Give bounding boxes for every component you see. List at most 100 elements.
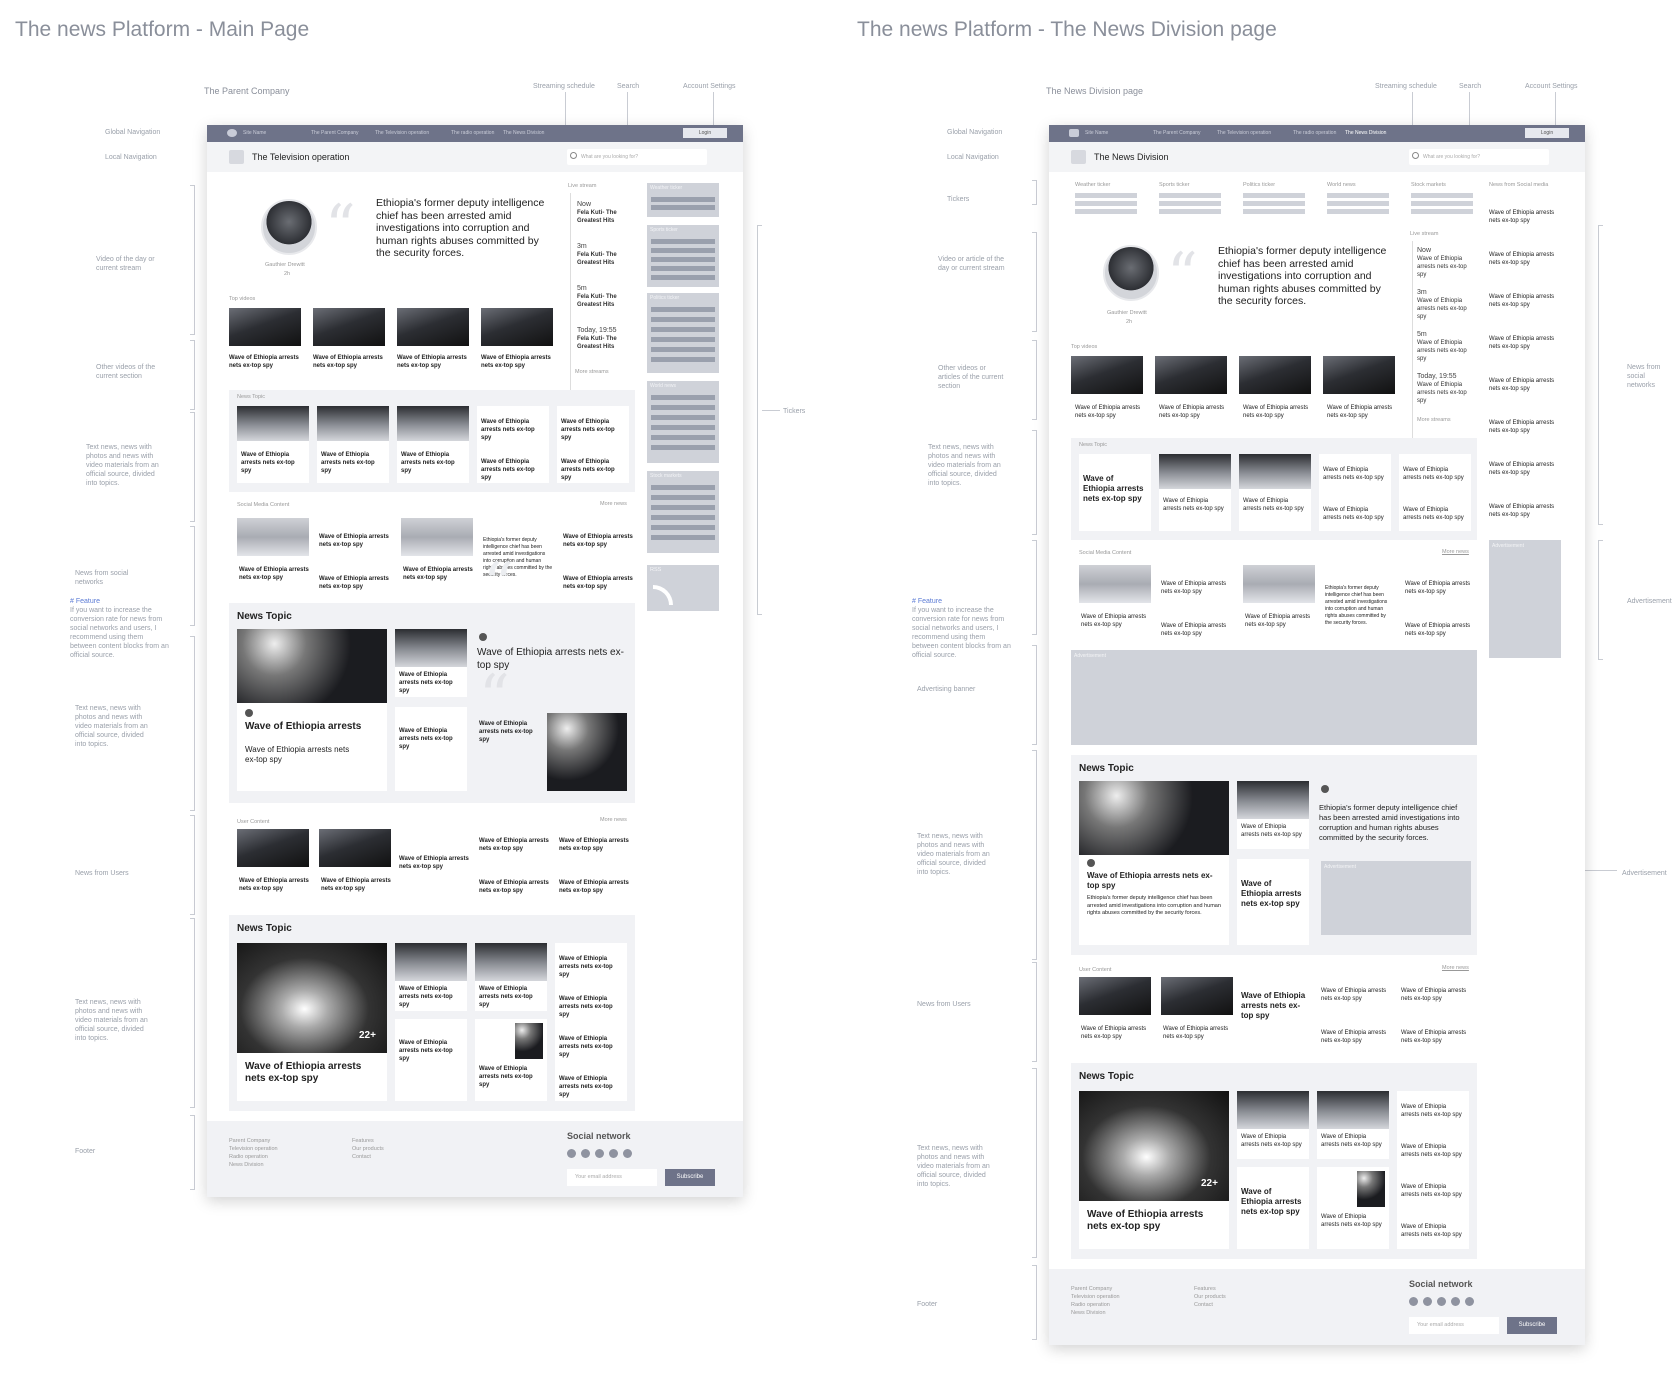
video-caption[interactable]: Wave of Ethiopia arrests nets ex-top spy [229, 354, 301, 370]
stream-item[interactable]: 3m Fela Kuti- The Greatest Hits [577, 243, 629, 267]
news-caption[interactable]: Wave of Ethiopia arrests nets ex-top spy [1401, 1143, 1465, 1159]
news-caption[interactable]: Wave of Ethiopia arrests nets ex-top spy [1401, 1103, 1465, 1119]
footer-links[interactable]: Parent Company Television operation Radio … [1071, 1285, 1120, 1317]
news-caption[interactable]: Wave of Ethiopia arrests nets ex-top spy [1241, 1133, 1305, 1149]
news-caption[interactable]: Wave of Ethiopia arrests nets ex-top spy [559, 955, 623, 979]
video-thumb[interactable] [481, 308, 553, 346]
ticker-bar[interactable] [1159, 193, 1221, 198]
feature-title[interactable]: Wave of Ethiopia arrests nets ex-top spy [245, 1061, 379, 1085]
stream-item[interactable]: 3m Wave of Ethiopia arrests nets ex-top s… [1417, 289, 1473, 321]
user-caption[interactable]: Wave of Ethiopia arrests nets ex-top spy [1241, 991, 1311, 1021]
news-caption[interactable]: Wave of Ethiopia arrests nets ex-top spy [321, 451, 385, 475]
social-caption[interactable]: Wave of Ethiopia arrests nets ex-top spy [319, 533, 391, 549]
social-post[interactable]: Wave of Ethiopia arrests nets ex-top spy [1489, 503, 1561, 519]
subscribe-button[interactable]: Subscribe [665, 1169, 715, 1186]
user-caption[interactable]: Wave of Ethiopia arrests nets ex-top spy [1401, 1029, 1471, 1045]
feature-image[interactable] [237, 629, 387, 703]
login-button[interactable]: Login [683, 128, 727, 138]
news-caption[interactable]: Wave of Ethiopia arrests nets ex-top spy [481, 418, 545, 442]
social-caption[interactable]: Wave of Ethiopia arrests nets ex-top spy [563, 575, 633, 591]
nav-radio[interactable]: The radio operation [1293, 130, 1336, 136]
user-thumb[interactable] [319, 829, 391, 867]
user-caption[interactable]: Wave of Ethiopia arrests nets ex-top spy [399, 855, 475, 871]
social-thumb[interactable] [1243, 565, 1315, 603]
social-caption[interactable]: Wave of Ethiopia arrests nets ex-top spy [1405, 580, 1475, 596]
user-caption[interactable]: Wave of Ethiopia arrests nets ex-top spy [1321, 1029, 1391, 1045]
more-streams-link[interactable]: More streams [575, 369, 609, 375]
stream-item[interactable]: Today, 19:55 Wave of Ethiopia arrests net… [1417, 373, 1477, 405]
twitter-icon[interactable] [1451, 1297, 1460, 1306]
pinterest-icon[interactable] [581, 1149, 590, 1158]
user-caption[interactable]: Wave of Ethiopia arrests nets ex-top spy [1321, 987, 1391, 1003]
feature-title[interactable]: Wave of Ethiopia arrests [245, 721, 379, 733]
stock-markets-ticker[interactable]: Stock markets [647, 471, 719, 553]
social-caption[interactable]: Wave of Ethiopia arrests nets ex-top spy [403, 566, 473, 582]
news-caption[interactable]: Wave of Ethiopia arrests nets ex-top spy [1401, 1223, 1465, 1239]
news-caption[interactable]: Wave of Ethiopia arrests nets ex-top spy [1321, 1213, 1385, 1229]
social-post[interactable]: Wave of Ethiopia arrests nets ex-top spy [1489, 209, 1561, 225]
social-caption[interactable]: Wave of Ethiopia arrests nets ex-top spy [1405, 622, 1475, 638]
stream-item[interactable]: 5m Fela Kuti- The Greatest Hits [577, 285, 629, 309]
more-streams-link[interactable]: More streams [1417, 417, 1451, 423]
user-caption[interactable]: Wave of Ethiopia arrests nets ex-top spy [1163, 1025, 1233, 1041]
news-thumb[interactable] [515, 1023, 543, 1059]
nav-parent[interactable]: The Parent Company [311, 130, 359, 136]
facebook-icon[interactable] [1465, 1297, 1474, 1306]
instagram-icon[interactable] [1437, 1297, 1446, 1306]
news-caption[interactable]: Wave of Ethiopia arrests nets ex-top spy [561, 458, 625, 482]
search-input[interactable]: What are you looking for? [1409, 149, 1549, 165]
news-caption[interactable]: Wave of Ethiopia arrests nets ex-top spy [1243, 497, 1307, 513]
news-thumb[interactable] [1239, 454, 1311, 489]
news-caption[interactable]: Wave of Ethiopia arrests nets ex-top spy [241, 451, 305, 475]
social-post[interactable]: Wave of Ethiopia arrests nets ex-top spy [1489, 293, 1561, 309]
news-caption[interactable]: Wave of Ethiopia arrests nets ex-top spy [399, 671, 463, 695]
more-news-link[interactable]: More news [600, 501, 627, 507]
video-caption[interactable]: Wave of Ethiopia arrests nets ex-top spy [481, 354, 553, 370]
video-caption[interactable]: Wave of Ethiopia arrests nets ex-top spy [1075, 404, 1147, 420]
news-thumb[interactable] [1237, 781, 1309, 819]
social-thumb[interactable] [401, 518, 473, 556]
ticker-bar[interactable] [1327, 209, 1389, 214]
user-caption[interactable]: Wave of Ethiopia arrests nets ex-top spy [239, 877, 309, 893]
user-caption[interactable]: Wave of Ethiopia arrests nets ex-top spy [1081, 1025, 1151, 1041]
stream-item[interactable]: Now Wave of Ethiopia arrests nets ex-top … [1417, 247, 1473, 279]
topic-quote[interactable]: Ethiopia's former deputy intelligence ch… [1319, 803, 1469, 843]
ticker-bar[interactable] [1075, 201, 1137, 206]
ticker-bar[interactable] [1075, 209, 1137, 214]
news-thumb[interactable] [1357, 1171, 1385, 1207]
news-thumb[interactable] [1237, 1091, 1309, 1129]
footer-links[interactable]: Parent Company Television operation Radio … [229, 1137, 278, 1169]
social-post[interactable]: Wave of Ethiopia arrests nets ex-top spy [1489, 251, 1561, 267]
news-thumb[interactable] [395, 943, 467, 981]
social-caption[interactable]: Wave of Ethiopia arrests nets ex-top spy [1161, 622, 1233, 638]
more-news-link[interactable]: More news [1442, 965, 1469, 971]
news-caption[interactable]: Wave of Ethiopia arrests nets ex-top spy [479, 1065, 543, 1089]
social-post[interactable]: Wave of Ethiopia arrests nets ex-top spy [1489, 419, 1561, 435]
video-caption[interactable]: Wave of Ethiopia arrests nets ex-top spy [1243, 404, 1315, 420]
hero-quote[interactable]: Ethiopia's former deputy intelligence ch… [1218, 245, 1398, 308]
news-caption[interactable]: Wave of Ethiopia arrests nets ex-top spy [1241, 879, 1305, 909]
weather-ticker[interactable]: Weather ticker [647, 183, 719, 217]
email-input[interactable]: Your email address [567, 1169, 657, 1186]
video-caption[interactable]: Wave of Ethiopia arrests nets ex-top spy [397, 354, 469, 370]
video-thumb[interactable] [313, 308, 385, 346]
news-caption[interactable]: Wave of Ethiopia arrests nets ex-top spy [559, 1035, 623, 1059]
user-thumb[interactable] [1079, 977, 1151, 1015]
social-post[interactable]: Wave of Ethiopia arrests nets ex-top spy [1489, 461, 1561, 477]
video-caption[interactable]: Wave of Ethiopia arrests nets ex-top spy [1327, 404, 1399, 420]
social-caption[interactable]: Wave of Ethiopia arrests nets ex-top spy [1245, 613, 1315, 629]
social-post[interactable]: Wave of Ethiopia arrests nets ex-top spy [1489, 335, 1561, 351]
social-post[interactable]: Wave of Ethiopia arrests nets ex-top spy [1489, 377, 1561, 393]
user-caption[interactable]: Wave of Ethiopia arrests nets ex-top spy [559, 879, 629, 895]
feature-summary[interactable]: Wave of Ethiopia arrests nets ex-top spy [245, 745, 355, 765]
video-thumb[interactable] [1155, 356, 1227, 394]
video-thumb[interactable] [397, 308, 469, 346]
news-caption[interactable]: Wave of Ethiopia arrests nets ex-top spy [1403, 506, 1467, 522]
news-caption[interactable]: Wave of Ethiopia arrests nets ex-top spy [1401, 1183, 1465, 1199]
stream-item[interactable]: Today, 19:55 Fela Kuti- The Greatest Hits [577, 327, 637, 351]
advertising-banner[interactable]: Advertisement [1071, 650, 1477, 745]
feature-title[interactable]: Wave of Ethiopia arrests nets ex-top spy [1087, 1209, 1221, 1233]
video-caption[interactable]: Wave of Ethiopia arrests nets ex-top spy [1159, 404, 1231, 420]
user-caption[interactable]: Wave of Ethiopia arrests nets ex-top spy [479, 879, 549, 895]
news-thumb[interactable] [1159, 454, 1231, 489]
